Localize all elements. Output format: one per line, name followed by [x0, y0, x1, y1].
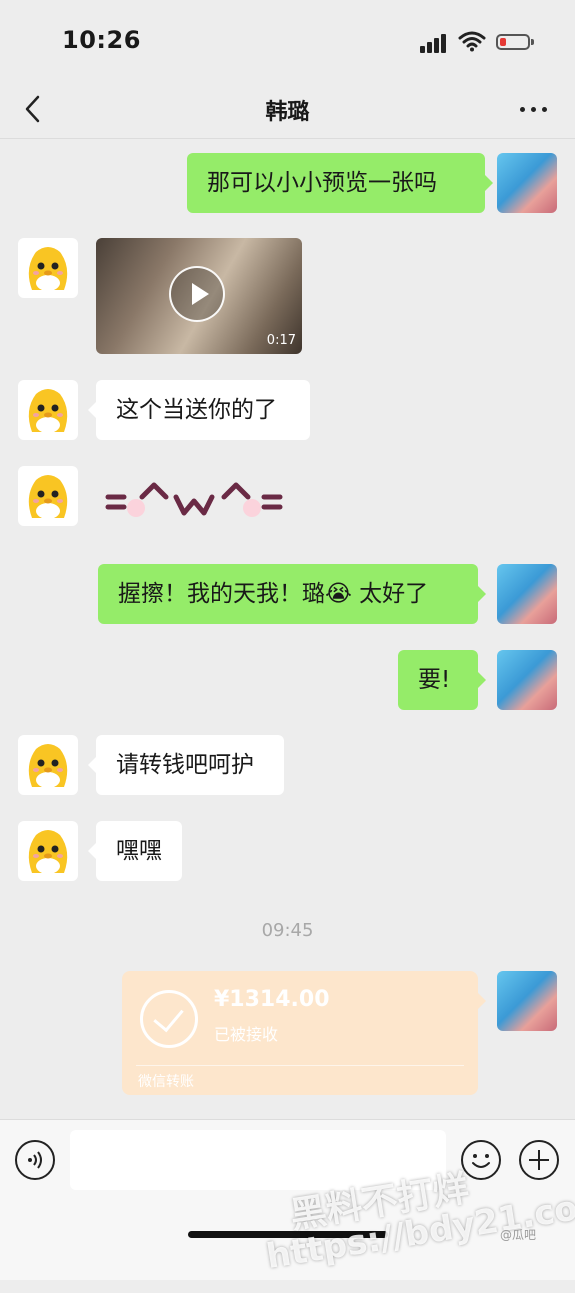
message-bubble-outgoing[interactable]: 要!: [398, 650, 486, 710]
contact-avatar[interactable]: [18, 466, 78, 526]
nav-bar: 韩璐: [0, 80, 575, 139]
signal-icon: [420, 33, 446, 53]
message-bubble-incoming[interactable]: 嘿嘿: [88, 821, 182, 881]
self-avatar[interactable]: [497, 564, 557, 624]
self-avatar[interactable]: [497, 971, 557, 1031]
chick-icon: [28, 389, 68, 433]
check-circle-icon: [140, 990, 198, 1048]
transfer-source: 微信转账: [138, 1074, 194, 1090]
divider: [136, 1065, 464, 1066]
chick-icon: [28, 830, 68, 874]
home-indicator[interactable]: [188, 1231, 388, 1238]
message-bubble-incoming[interactable]: 请转钱吧呵护: [88, 735, 284, 795]
message-bubble-incoming[interactable]: 这个当送你的了: [88, 380, 310, 440]
transfer-card[interactable]: ¥1314.00 已被接收 微信转账: [122, 971, 486, 1095]
chick-icon: [28, 247, 68, 291]
watermark-tag: @瓜吧: [500, 1228, 537, 1242]
contact-avatar[interactable]: [18, 821, 78, 881]
bottom-safe-area: [0, 1201, 575, 1280]
kaomoji-sticker[interactable]: [104, 475, 294, 525]
emoji-icon[interactable]: [461, 1140, 501, 1180]
transfer-amount: ¥1314.00: [214, 987, 330, 1012]
more-dots-icon[interactable]: [514, 94, 554, 124]
video-duration: 0:17: [266, 333, 296, 348]
video-message[interactable]: 0:17: [96, 238, 302, 354]
transfer-status: 已被接收: [214, 1025, 279, 1044]
battery-icon: [496, 34, 534, 50]
input-bar: [0, 1119, 575, 1202]
voice-icon[interactable]: [15, 1140, 55, 1180]
chick-icon: [28, 475, 68, 519]
contact-avatar[interactable]: [18, 735, 78, 795]
self-avatar[interactable]: [497, 650, 557, 710]
chat-timestamp: 09:45: [261, 920, 314, 941]
status-bar: 10:26: [0, 0, 575, 80]
message-bubble-outgoing[interactable]: 那可以小小预览一张吗: [187, 153, 493, 213]
play-icon[interactable]: [169, 266, 225, 322]
contact-avatar[interactable]: [18, 380, 78, 440]
plus-icon[interactable]: [519, 1140, 559, 1180]
chick-icon: [28, 744, 68, 788]
status-time: 10:26: [62, 26, 141, 54]
message-bubble-outgoing[interactable]: 握擦！我的天我！璐😭 太好了: [98, 564, 486, 624]
chat-area[interactable]: 那可以小小预览一张吗 0:17 这个当送你的了 握擦！我的天我！璐😭 太好了 要…: [0, 139, 575, 1119]
chat-title: 韩璐: [265, 100, 310, 125]
wifi-icon: [458, 31, 486, 52]
contact-avatar[interactable]: [18, 238, 78, 298]
message-input[interactable]: [70, 1130, 446, 1190]
self-avatar[interactable]: [497, 153, 557, 213]
